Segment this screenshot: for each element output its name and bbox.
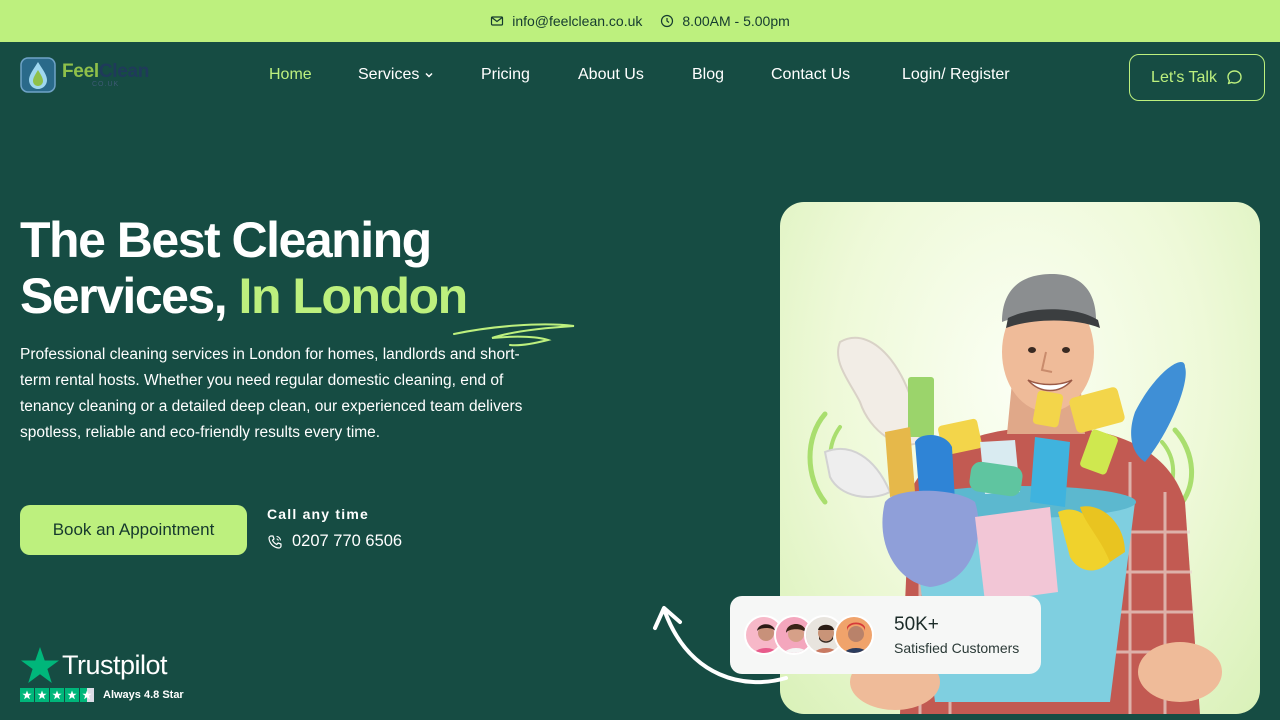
lets-talk-label: Let's Talk: [1151, 68, 1217, 86]
email-contact[interactable]: info@feelclean.co.uk: [490, 13, 642, 29]
trustpilot-badge[interactable]: Trustpilot Always 4.8 Star: [20, 646, 184, 702]
hero-title-accent: In London: [238, 268, 469, 324]
hours-text: 8.00AM - 5.00pm: [682, 13, 790, 29]
logo-droplet-icon: [20, 57, 56, 93]
nav-pricing[interactable]: Pricing: [481, 66, 530, 84]
hero-description: Professional cleaning services in London…: [20, 346, 523, 441]
half-star-icon: [80, 688, 94, 702]
clock-icon: [660, 14, 674, 28]
chevron-down-icon: [424, 70, 434, 80]
logo-feel: Feel: [62, 61, 99, 82]
phone-number: 0207 770 6506: [292, 532, 403, 550]
trustpilot-stars: [20, 688, 95, 702]
hero-title-line1: The Best Cleaning: [20, 212, 432, 268]
nav-contact[interactable]: Contact Us: [771, 66, 850, 84]
trustpilot-name: Trustpilot: [62, 649, 168, 680]
email-text: info@feelclean.co.uk: [512, 13, 643, 29]
star-icon: [50, 688, 64, 702]
opening-hours: 8.00AM - 5.00pm: [660, 13, 790, 29]
nav-login-register[interactable]: Login/ Register: [902, 66, 1010, 84]
logo-clean: Clean: [98, 61, 150, 82]
hero-title-line2: Services,: [20, 268, 228, 324]
top-bar: info@feelclean.co.uk 8.00AM - 5.00pm: [0, 0, 1280, 42]
logo-suffix: CO.UK: [92, 81, 120, 88]
call-any-time-label: Call any time: [267, 506, 369, 522]
site-logo[interactable]: FeelClean CO.UK: [20, 56, 149, 94]
nav-home[interactable]: Home: [269, 66, 312, 84]
trustpilot-rating-text: Always 4.8 Star: [103, 689, 184, 701]
nav-services-label: Services: [358, 66, 420, 83]
customer-count: 50K+: [894, 614, 939, 635]
customer-avatars: [744, 615, 874, 655]
star-icon: [20, 688, 34, 702]
star-icon: [65, 688, 79, 702]
avatar: [834, 615, 874, 655]
satisfied-customers-card: 50K+ Satisfied Customers: [730, 596, 1041, 674]
chat-bubble-icon: [1226, 69, 1243, 86]
star-icon: [35, 688, 49, 702]
nav-about[interactable]: About Us: [578, 66, 644, 84]
hero-title: The Best Cleaning Services, In London: [20, 212, 580, 324]
customer-label: Satisfied Customers: [894, 640, 1020, 656]
lets-talk-button[interactable]: Let's Talk: [1129, 54, 1265, 101]
phone-link[interactable]: 0207 770 6506: [267, 532, 402, 551]
book-appointment-button[interactable]: Book an Appointment: [20, 505, 247, 555]
nav-services[interactable]: Services: [358, 66, 434, 84]
trustpilot-star-icon: [21, 647, 59, 683]
phone-icon: [267, 534, 283, 550]
nav-blog[interactable]: Blog: [692, 66, 724, 84]
mail-icon: [490, 14, 504, 28]
